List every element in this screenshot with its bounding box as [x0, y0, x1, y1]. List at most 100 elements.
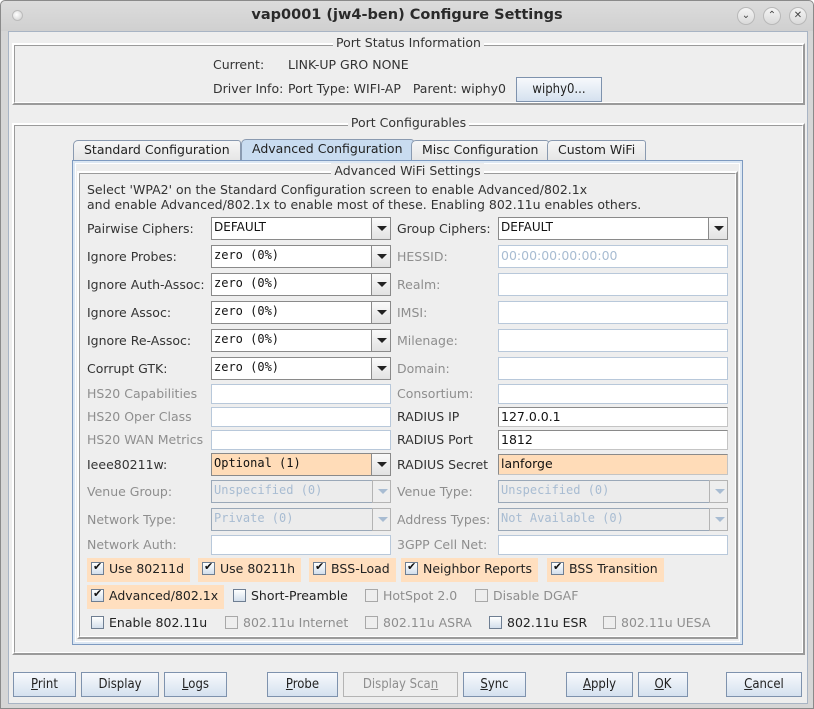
- ignore-auth-assoc-select[interactable]: zero (0%): [211, 273, 391, 296]
- chevron-down-icon[interactable]: [709, 508, 728, 531]
- ignore-assoc-select[interactable]: zero (0%): [211, 301, 391, 324]
- ieee80211w-select[interactable]: Optional (1): [211, 453, 391, 476]
- hs20-capabilities-input[interactable]: [211, 384, 391, 404]
- chevron-down-icon[interactable]: [372, 508, 391, 531]
- radius-ip-label: RADIUS IP: [397, 409, 460, 424]
- realm-input[interactable]: [498, 273, 728, 296]
- checkbox-checked-icon[interactable]: [551, 560, 564, 575]
- use-80211h-checkbox[interactable]: Use 80211h: [198, 558, 302, 582]
- chevron-down-icon[interactable]: [371, 330, 390, 351]
- current-value: LINK-UP GRO NONE: [288, 57, 409, 72]
- checkbox-checked-icon[interactable]: [313, 560, 326, 575]
- pairwise-ciphers-label: Pairwise Ciphers:: [87, 221, 194, 236]
- group-ciphers-label: Group Ciphers:: [397, 221, 491, 236]
- 80211u-internet-checkbox[interactable]: 802.11u Internet: [221, 612, 354, 636]
- network-type-select[interactable]: Private (0): [211, 508, 391, 531]
- wiphy-button[interactable]: wiphy0...: [516, 77, 602, 102]
- imsi-label: IMSI:: [397, 305, 428, 320]
- hs20-wan-metrics-input[interactable]: [211, 430, 391, 450]
- window-title: vap0001 (jw4-ben) Configure Settings: [251, 7, 563, 23]
- 80211u-uesa-checkbox[interactable]: 802.11u UESA: [599, 612, 716, 636]
- ok-button[interactable]: OK: [638, 672, 688, 697]
- minimize-icon[interactable]: ⌄: [737, 7, 755, 25]
- venue-group-select[interactable]: Unspecified (0): [211, 480, 391, 503]
- checkbox-checked-icon[interactable]: [405, 560, 418, 575]
- neighbor-reports-checkbox[interactable]: Neighbor Reports: [401, 558, 539, 582]
- consortium-input[interactable]: [498, 384, 728, 404]
- probe-button[interactable]: Probe: [267, 672, 338, 697]
- radius-secret-input[interactable]: lanforge: [498, 454, 728, 475]
- hessid-input[interactable]: 00:00:00:00:00:00: [498, 245, 728, 268]
- venue-group-label: Venue Group:: [87, 484, 173, 499]
- 80211u-asra-checkbox[interactable]: 802.11u ASRA: [361, 612, 478, 636]
- title-bar[interactable]: vap0001 (jw4-ben) Configure Settings ⌄ ⌃…: [1, 1, 813, 31]
- checkbox-unchecked-icon[interactable]: [365, 616, 378, 629]
- sync-button[interactable]: Sync: [463, 672, 526, 697]
- advanced-8021x-checkbox[interactable]: Advanced/802.1x: [87, 585, 225, 609]
- milenage-label: Milenage:: [397, 333, 458, 348]
- network-auth-label: Network Auth:: [87, 537, 177, 552]
- chevron-down-icon[interactable]: [371, 358, 390, 379]
- imsi-input[interactable]: [498, 301, 728, 324]
- corrupt-gtk-label: Corrupt GTK:: [87, 361, 168, 376]
- tab-custom-wifi[interactable]: Custom WiFi: [547, 140, 647, 160]
- enable-80211u-checkbox[interactable]: Enable 802.11u: [87, 612, 213, 636]
- radius-port-input[interactable]: 1812: [498, 430, 728, 450]
- bss-load-checkbox[interactable]: BSS-Load: [309, 558, 396, 582]
- chevron-down-icon[interactable]: [371, 274, 390, 295]
- cell-net-input[interactable]: [498, 535, 728, 555]
- chevron-down-icon[interactable]: [371, 454, 390, 475]
- apply-button[interactable]: Apply: [566, 672, 633, 697]
- print-button[interactable]: Print: [13, 672, 76, 697]
- venue-type-select[interactable]: Unspecified (0): [498, 480, 728, 503]
- display-button[interactable]: Display: [81, 672, 159, 697]
- configure-settings-window: vap0001 (jw4-ben) Configure Settings ⌄ ⌃…: [0, 0, 814, 709]
- chevron-down-icon[interactable]: [371, 246, 390, 267]
- checkbox-unchecked-icon[interactable]: [489, 616, 502, 629]
- checkbox-unchecked-icon[interactable]: [233, 589, 246, 602]
- ignore-reassoc-label: Ignore Re-Assoc:: [87, 333, 192, 348]
- checkbox-checked-icon[interactable]: [91, 587, 104, 602]
- checkbox-checked-icon[interactable]: [91, 560, 104, 575]
- disable-dgaf-checkbox[interactable]: Disable DGAF: [471, 585, 584, 609]
- use-80211d-checkbox[interactable]: Use 80211d: [87, 558, 191, 582]
- domain-input[interactable]: [498, 357, 728, 380]
- realm-label: Realm:: [397, 277, 441, 292]
- chevron-down-icon[interactable]: [371, 302, 390, 323]
- close-icon[interactable]: ✕: [789, 7, 807, 25]
- driver-info-label: Driver Info:: [213, 81, 284, 96]
- cell-net-label: 3GPP Cell Net:: [397, 537, 488, 552]
- cancel-button[interactable]: Cancel: [726, 672, 802, 697]
- tab-misc-configuration[interactable]: Misc Configuration: [411, 140, 550, 160]
- checkbox-unchecked-icon[interactable]: [91, 616, 104, 629]
- tab-advanced-configuration[interactable]: Advanced Configuration: [241, 139, 414, 161]
- bss-transition-checkbox[interactable]: BSS Transition: [547, 558, 664, 582]
- pairwise-ciphers-select[interactable]: DEFAULT: [211, 217, 391, 240]
- short-preamble-checkbox[interactable]: Short-Preamble: [229, 585, 354, 609]
- checkbox-checked-icon[interactable]: [202, 560, 215, 575]
- hs20-wan-metrics-label: HS20 WAN Metrics: [87, 432, 204, 447]
- checkbox-unchecked-icon[interactable]: [225, 616, 238, 629]
- chevron-down-icon[interactable]: [371, 218, 390, 239]
- checkbox-unchecked-icon[interactable]: [603, 616, 616, 629]
- address-types-select[interactable]: Not Available (0): [498, 508, 728, 531]
- radius-ip-input[interactable]: 127.0.0.1: [498, 407, 728, 427]
- milenage-input[interactable]: [498, 329, 728, 352]
- checkbox-unchecked-icon[interactable]: [365, 589, 378, 602]
- tab-standard-configuration[interactable]: Standard Configuration: [73, 140, 241, 160]
- hotspot-20-checkbox[interactable]: HotSpot 2.0: [361, 585, 463, 609]
- chevron-down-icon[interactable]: [709, 480, 728, 503]
- display-scan-button[interactable]: Display Scan: [343, 672, 458, 697]
- logs-button[interactable]: Logs: [164, 672, 227, 697]
- chevron-down-icon[interactable]: [708, 218, 727, 239]
- checkbox-unchecked-icon[interactable]: [475, 589, 488, 602]
- group-ciphers-select[interactable]: DEFAULT: [498, 217, 728, 240]
- chevron-down-icon[interactable]: [372, 480, 391, 503]
- 80211u-esr-checkbox[interactable]: 802.11u ESR: [485, 612, 593, 636]
- maximize-icon[interactable]: ⌃: [763, 7, 781, 25]
- corrupt-gtk-select[interactable]: zero (0%): [211, 357, 391, 380]
- ignore-probes-select[interactable]: zero (0%): [211, 245, 391, 268]
- ignore-reassoc-select[interactable]: zero (0%): [211, 329, 391, 352]
- network-auth-input[interactable]: [211, 535, 391, 555]
- hs20-oper-class-input[interactable]: [211, 407, 391, 427]
